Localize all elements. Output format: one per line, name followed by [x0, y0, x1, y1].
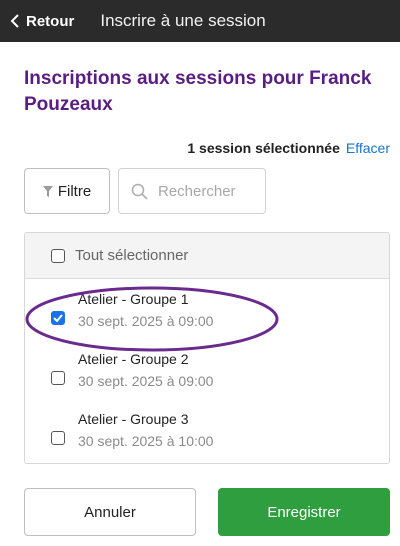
search-input[interactable] [158, 182, 258, 200]
back-button[interactable]: Retour [10, 13, 74, 30]
filter-label: Filtre [57, 182, 92, 200]
session-name: Atelier - Groupe 1 [78, 291, 189, 307]
select-all-checkbox[interactable] [51, 248, 65, 263]
session-name: Atelier - Groupe 2 [78, 351, 189, 367]
session-name: Atelier - Groupe 3 [78, 411, 189, 427]
search-icon [131, 183, 148, 200]
chevron-left-icon [10, 14, 19, 28]
selection-count: 1 session sélectionnée [187, 140, 340, 156]
list-item[interactable]: Atelier - Groupe 3 30 sept. 2025 à 10:00 [25, 400, 389, 460]
session-date: 30 sept. 2025 à 09:00 [78, 313, 214, 329]
list-item[interactable]: Atelier - Groupe 1 30 sept. 2025 à 09:00 [25, 280, 389, 340]
select-all-row[interactable]: Tout sélectionner [25, 233, 389, 279]
clear-selection-link[interactable]: Effacer [346, 140, 390, 156]
filter-icon [42, 185, 53, 197]
selection-summary: 1 session sélectionnée Effacer [187, 140, 390, 156]
search-field[interactable] [118, 168, 266, 214]
top-bar: Retour Inscrire à une session [0, 0, 400, 42]
page-title: Inscriptions aux sessions pour Franck Po… [24, 68, 372, 115]
select-all-label: Tout sélectionner [75, 247, 189, 264]
save-button[interactable]: Enregistrer [218, 488, 390, 536]
list-item[interactable]: Atelier - Groupe 2 30 sept. 2025 à 09:00 [25, 340, 389, 400]
session-checkbox[interactable] [51, 371, 65, 385]
session-checkbox[interactable] [51, 431, 65, 445]
header-title: Inscrire à une session [100, 11, 266, 30]
session-list: Tout sélectionner Atelier - Groupe 1 30 … [24, 232, 390, 464]
checkmark-icon [53, 314, 63, 322]
session-date: 30 sept. 2025 à 10:00 [78, 433, 214, 449]
session-date: 30 sept. 2025 à 09:00 [78, 373, 214, 389]
cancel-button[interactable]: Annuler [24, 488, 196, 536]
back-label: Retour [26, 12, 75, 30]
filter-button[interactable]: Filtre [24, 168, 110, 214]
session-checkbox[interactable] [51, 311, 65, 325]
